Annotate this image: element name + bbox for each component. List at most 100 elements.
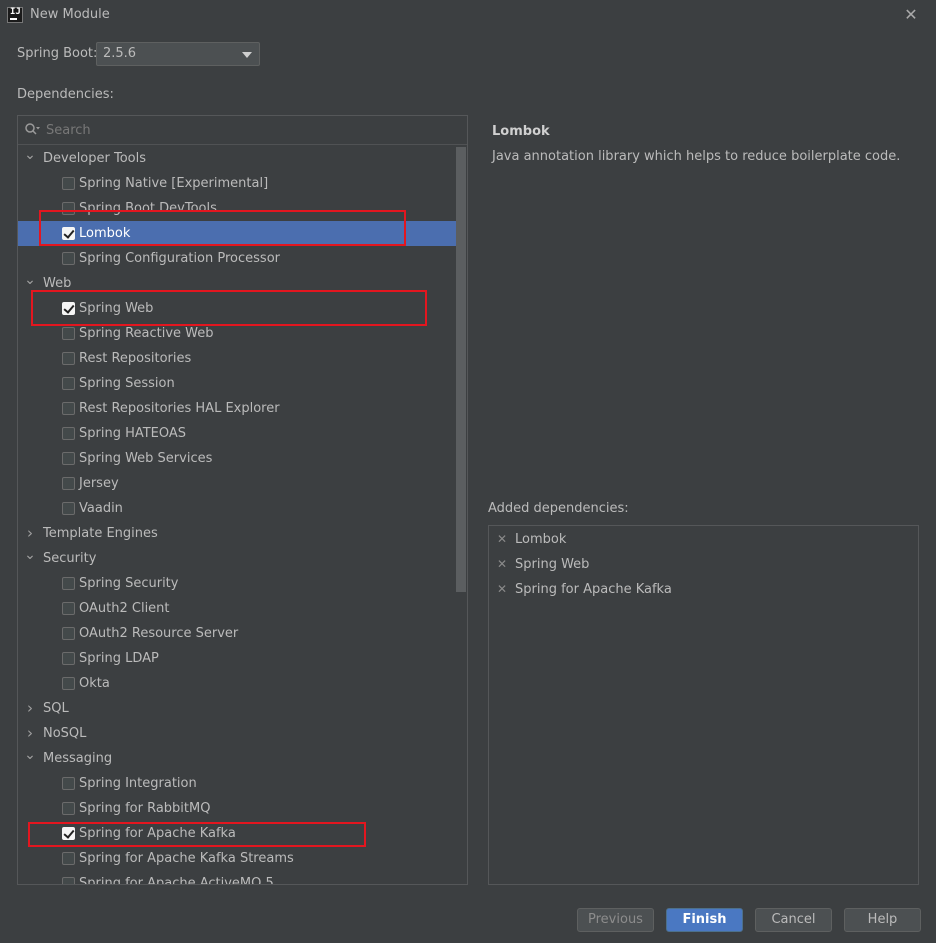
dependency-checkbox[interactable] (62, 777, 75, 790)
dependency-checkbox[interactable] (62, 677, 75, 690)
dependency-checkbox[interactable] (62, 852, 75, 865)
search-input[interactable] (46, 120, 446, 140)
dependency-checkbox[interactable] (62, 802, 75, 815)
tree-category[interactable]: › SQL (18, 696, 458, 721)
dependency-checkbox[interactable] (62, 477, 75, 490)
chevron-down-icon (242, 52, 252, 58)
dependency-checkbox[interactable] (62, 302, 75, 315)
dependency-item-label: Spring for Apache Kafka Streams (79, 851, 294, 866)
chevron-down-icon[interactable]: ⌄ (23, 546, 37, 564)
dependency-item[interactable]: Jersey (18, 471, 458, 496)
dependency-item[interactable]: Okta (18, 671, 458, 696)
spring-boot-version-select[interactable]: 2.5.6 (96, 42, 260, 66)
chevron-down-icon[interactable]: ⌄ (23, 746, 37, 764)
dependency-item-label: Spring Session (79, 376, 175, 391)
tree-category[interactable]: › Template Engines (18, 521, 458, 546)
chevron-down-icon[interactable]: ⌄ (23, 146, 37, 164)
dependency-item-label: OAuth2 Resource Server (79, 626, 239, 641)
dependency-checkbox[interactable] (62, 352, 75, 365)
dependency-checkbox[interactable] (62, 452, 75, 465)
dependency-item-label: Spring for Apache Kafka (79, 826, 236, 841)
added-dependencies-list: ✕ Lombok ✕ Spring Web ✕ Spring for Apach… (488, 525, 919, 885)
remove-icon[interactable]: ✕ (497, 527, 507, 552)
dependency-checkbox[interactable] (62, 652, 75, 665)
dependency-item[interactable]: Spring Integration (18, 771, 458, 796)
dependency-item[interactable]: OAuth2 Resource Server (18, 621, 458, 646)
dependency-item[interactable]: Spring LDAP (18, 646, 458, 671)
search-icon[interactable] (24, 122, 40, 138)
spring-boot-label: Spring Boot: (17, 46, 98, 61)
spring-boot-version-value: 2.5.6 (103, 46, 137, 61)
tree-category[interactable]: ⌄ Security (18, 546, 458, 571)
help-button[interactable]: Help (844, 908, 921, 932)
remove-icon[interactable]: ✕ (497, 552, 507, 577)
dependencies-label: Dependencies: (17, 87, 114, 102)
dependency-checkbox[interactable] (62, 377, 75, 390)
dependency-item[interactable]: Spring Security (18, 571, 458, 596)
dependency-checkbox[interactable] (62, 202, 75, 215)
dependency-item[interactable]: Spring Session (18, 371, 458, 396)
dependency-item-label: Spring Configuration Processor (79, 251, 280, 266)
tree-category-label: Security (43, 551, 97, 566)
tree-category[interactable]: ⌄ Messaging (18, 746, 458, 771)
dependency-checkbox[interactable] (62, 427, 75, 440)
dependency-item[interactable]: Rest Repositories (18, 346, 458, 371)
dependency-item[interactable]: Rest Repositories HAL Explorer (18, 396, 458, 421)
dependency-checkbox[interactable] (62, 402, 75, 415)
dependency-item[interactable]: Spring Web Services (18, 446, 458, 471)
dependency-checkbox[interactable] (62, 502, 75, 515)
dependency-item-label: Spring for RabbitMQ (79, 801, 211, 816)
tree-category-label: Messaging (43, 751, 113, 766)
dependency-checkbox[interactable] (62, 827, 75, 840)
dependency-item-label: Spring HATEOAS (79, 426, 187, 441)
previous-button[interactable]: Previous (577, 908, 654, 932)
dependency-item[interactable]: Spring for Apache ActiveMQ 5 (18, 871, 458, 884)
tree-category-label: Web (43, 276, 72, 291)
dependency-item[interactable]: Spring Native [Experimental] (18, 171, 458, 196)
added-item-label: Spring Web (515, 557, 590, 572)
dependency-description-title: Lombok (492, 124, 550, 139)
dependency-item[interactable]: Lombok (18, 221, 458, 246)
dependency-item[interactable]: Spring HATEOAS (18, 421, 458, 446)
dependencies-tree-panel: ⌄ Developer Tools Spring Native [Experimen… (17, 115, 468, 885)
dependency-checkbox[interactable] (62, 252, 75, 265)
dependency-item-label: Lombok (79, 226, 131, 241)
chevron-right-icon[interactable]: › (23, 521, 37, 546)
dependency-checkbox[interactable] (62, 177, 75, 190)
tree-category[interactable]: › NoSQL (18, 721, 458, 746)
dependency-checkbox[interactable] (62, 227, 75, 240)
chevron-down-icon[interactable]: ⌄ (23, 271, 37, 289)
dependency-item-label: OAuth2 Client (79, 601, 170, 616)
finish-button[interactable]: Finish (666, 908, 743, 932)
dependency-item[interactable]: Spring Configuration Processor (18, 246, 458, 271)
dependency-checkbox[interactable] (62, 602, 75, 615)
dependency-item[interactable]: Spring Boot DevTools (18, 196, 458, 221)
chevron-right-icon[interactable]: › (23, 696, 37, 721)
dependency-item[interactable]: Spring Web (18, 296, 458, 321)
dependency-item-label: Spring Web (79, 301, 154, 316)
dependency-item[interactable]: Spring for RabbitMQ (18, 796, 458, 821)
dependency-checkbox[interactable] (62, 627, 75, 640)
dependency-item-label: Rest Repositories HAL Explorer (79, 401, 280, 416)
cancel-button[interactable]: Cancel (755, 908, 832, 932)
tree-category-label: NoSQL (43, 726, 87, 741)
dependency-checkbox[interactable] (62, 577, 75, 590)
intellij-app-icon: IJ (7, 7, 23, 23)
dependency-item[interactable]: Spring for Apache Kafka (18, 821, 458, 846)
dependency-item[interactable]: Vaadin (18, 496, 458, 521)
tree-category[interactable]: ⌄ Web (18, 271, 458, 296)
dependency-item[interactable]: Spring Reactive Web (18, 321, 458, 346)
close-icon[interactable]: ✕ (900, 4, 922, 26)
dependency-tree: ⌄ Developer Tools Spring Native [Experimen… (18, 146, 458, 884)
remove-icon[interactable]: ✕ (497, 577, 507, 602)
title-bar: IJ New Module ✕ (0, 0, 936, 31)
dependency-checkbox[interactable] (62, 327, 75, 340)
dependency-checkbox[interactable] (62, 877, 75, 884)
dependency-item-label: Spring Native [Experimental] (79, 176, 269, 191)
dependency-item[interactable]: Spring for Apache Kafka Streams (18, 846, 458, 871)
dependency-item[interactable]: OAuth2 Client (18, 596, 458, 621)
tree-scrollbar[interactable] (456, 147, 466, 592)
chevron-right-icon[interactable]: › (23, 721, 37, 746)
dependency-item-label: Spring Security (79, 576, 179, 591)
tree-category[interactable]: ⌄ Developer Tools (18, 146, 458, 171)
